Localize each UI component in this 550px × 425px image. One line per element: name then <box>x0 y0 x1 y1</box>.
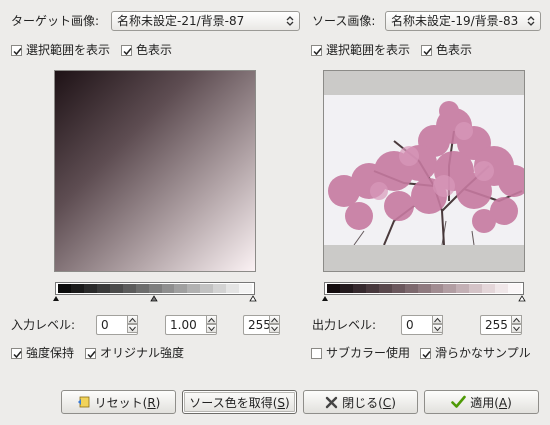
hold-intensity-checkbox[interactable] <box>11 348 22 359</box>
input-low-value: 0 <box>101 318 109 332</box>
source-level-gradient <box>324 282 524 295</box>
spin-down-button[interactable] <box>269 324 280 333</box>
smooth-samples-checkbox[interactable] <box>420 348 431 359</box>
close-button[interactable]: 閉じる(C) <box>303 390 418 414</box>
input-gamma-spinbutton[interactable]: 1.00 <box>165 315 217 335</box>
source-preview <box>323 70 525 272</box>
spin-down-button[interactable] <box>511 324 522 333</box>
check-icon <box>87 351 96 359</box>
check-icon <box>13 351 22 359</box>
use-subcolors-checkbox[interactable] <box>311 348 322 359</box>
output-high-handle[interactable] <box>518 295 526 302</box>
source-image-value: 名称未設定-19/背景-83 <box>391 14 519 28</box>
spin-up-button[interactable] <box>127 315 138 324</box>
arrow-down-icon <box>129 326 136 332</box>
input-level-label: 入力レベル: <box>11 318 76 332</box>
smooth-samples-label: 滑らかなサンプル <box>435 346 531 360</box>
arrow-up-icon <box>513 317 520 323</box>
input-low-spinbutton[interactable]: 0 <box>96 315 138 335</box>
arrow-up-icon <box>271 317 278 323</box>
spin-up-button[interactable] <box>511 315 522 324</box>
target-preview <box>54 70 256 272</box>
arrow-down-icon <box>434 326 441 332</box>
source-show-color-checkbox[interactable] <box>421 45 432 56</box>
input-high-value: 255 <box>248 318 271 332</box>
spin-down-button[interactable] <box>127 324 138 333</box>
source-blossom-image <box>324 71 524 271</box>
spin-down-button[interactable] <box>206 324 217 333</box>
source-show-color-label: 色表示 <box>436 43 473 57</box>
arrow-up-icon <box>434 317 441 323</box>
arrow-up-icon <box>129 317 136 323</box>
original-intensity-label: オリジナル強度 <box>100 346 185 360</box>
checkmark-icon <box>451 395 467 408</box>
target-image-select[interactable]: 名称未設定-21/背景-87 <box>111 11 300 31</box>
target-gradient-image <box>55 71 255 271</box>
target-image-value: 名称未設定-21/背景-87 <box>117 14 245 28</box>
reset-button-label: リセット(R) <box>94 395 161 410</box>
close-x-icon <box>325 396 338 408</box>
output-low-spinbutton[interactable]: 0 <box>401 315 443 335</box>
use-subcolors-label: サブカラー使用 <box>326 346 411 360</box>
reset-button[interactable]: リセット(R) <box>61 390 176 414</box>
target-show-selection-checkbox[interactable] <box>11 45 22 56</box>
check-icon <box>13 48 22 56</box>
input-gamma-handle[interactable] <box>150 295 158 302</box>
arrow-up-icon <box>208 317 215 323</box>
source-image-label: ソース画像: <box>312 14 376 28</box>
spin-up-button[interactable] <box>206 315 217 324</box>
target-level-gradient <box>55 282 255 295</box>
check-icon <box>123 48 132 56</box>
spin-down-button[interactable] <box>432 324 443 333</box>
output-high-spinbutton[interactable]: 255 <box>480 315 522 335</box>
check-icon <box>423 48 432 56</box>
source-show-selection-checkbox[interactable] <box>311 45 322 56</box>
spin-up-button[interactable] <box>269 315 280 324</box>
output-low-handle[interactable] <box>321 295 329 302</box>
check-icon <box>313 48 322 56</box>
output-high-value: 255 <box>485 318 508 332</box>
input-gamma-value: 1.00 <box>170 318 197 332</box>
output-level-label: 出力レベル: <box>312 318 377 332</box>
input-high-spinbutton[interactable]: 255 <box>243 315 280 335</box>
spin-up-button[interactable] <box>432 315 443 324</box>
close-button-label: 閉じる(C) <box>342 395 396 410</box>
reset-icon <box>77 396 90 408</box>
input-low-handle[interactable] <box>52 295 60 302</box>
source-image-select[interactable]: 名称未設定-19/背景-83 <box>385 11 541 31</box>
arrow-down-icon <box>271 326 278 332</box>
input-high-handle[interactable] <box>249 295 257 302</box>
arrow-down-icon <box>513 326 520 332</box>
arrow-down-icon <box>208 326 215 332</box>
apply-button[interactable]: 適用(A) <box>424 390 539 414</box>
hold-intensity-label: 強度保持 <box>26 346 75 360</box>
target-show-color-label: 色表示 <box>136 43 173 57</box>
get-source-colors-label: ソース色を取得(S) <box>189 395 290 410</box>
source-show-selection-label: 選択範囲を表示 <box>326 43 411 57</box>
updown-arrows-icon <box>286 16 294 26</box>
target-show-selection-label: 選択範囲を表示 <box>26 43 111 57</box>
apply-button-label: 適用(A) <box>470 395 512 410</box>
output-low-value: 0 <box>406 318 414 332</box>
target-image-label: ターゲット画像: <box>11 14 100 28</box>
get-source-colors-button[interactable]: ソース色を取得(S) <box>182 390 297 414</box>
check-icon <box>422 351 431 359</box>
target-show-color-checkbox[interactable] <box>121 45 132 56</box>
original-intensity-checkbox[interactable] <box>85 348 96 359</box>
updown-arrows-icon <box>527 16 535 26</box>
